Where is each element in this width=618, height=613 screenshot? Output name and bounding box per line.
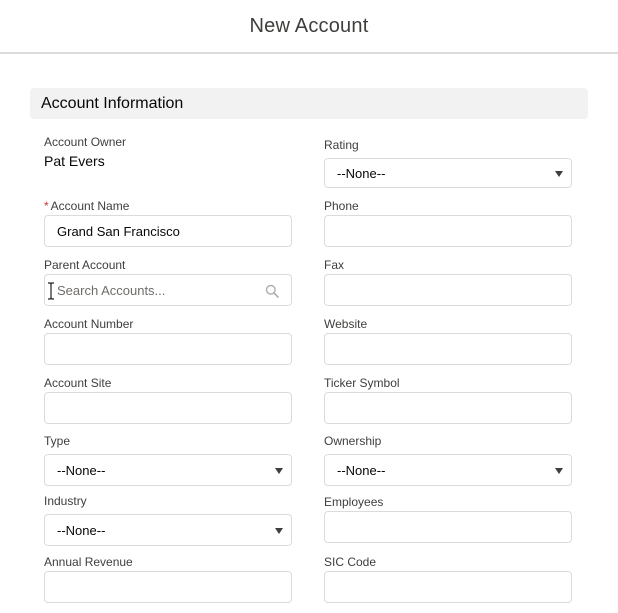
chevron-down-icon (555, 171, 563, 177)
section-title: Account Information (41, 94, 184, 112)
annual-revenue-input[interactable] (44, 571, 292, 603)
rating-select[interactable]: --None-- (324, 158, 572, 188)
text-cursor-icon (48, 282, 54, 300)
parent-account-search-input[interactable]: Search Accounts... (44, 274, 292, 306)
ticker-symbol-label: Ticker Symbol (324, 376, 400, 390)
phone-input[interactable] (324, 215, 572, 247)
account-name-value: Grand San Francisco (57, 223, 180, 239)
account-name-input[interactable]: Grand San Francisco (44, 215, 292, 247)
phone-label: Phone (324, 199, 359, 213)
account-site-input[interactable] (44, 392, 292, 424)
rating-selected-value: --None-- (337, 165, 386, 181)
modal-header: New Account (0, 0, 618, 54)
sic-code-input[interactable] (324, 571, 572, 603)
type-select[interactable]: --None-- (44, 454, 292, 486)
sic-code-label: SIC Code (324, 555, 377, 569)
employees-label: Employees (324, 495, 384, 509)
ownership-select[interactable]: --None-- (324, 454, 572, 486)
chevron-down-icon (275, 528, 283, 534)
parent-account-label: Parent Account (44, 258, 126, 272)
ticker-symbol-input[interactable] (324, 392, 572, 424)
parent-account-placeholder: Search Accounts... (57, 282, 166, 298)
industry-select[interactable]: --None-- (44, 514, 292, 546)
account-owner-value: Pat Evers (44, 153, 105, 169)
account-name-label: * Account Name (44, 199, 130, 213)
website-label: Website (324, 317, 368, 331)
account-owner-label: Account Owner (44, 135, 127, 149)
industry-selected-value: --None-- (57, 522, 106, 538)
website-input[interactable] (324, 333, 572, 365)
account-number-input[interactable] (44, 333, 292, 365)
fax-label: Fax (324, 258, 345, 272)
fax-input[interactable] (324, 274, 572, 306)
account-site-label: Account Site (44, 376, 112, 390)
rating-label: Rating (324, 138, 359, 152)
ownership-selected-value: --None-- (337, 462, 386, 478)
search-icon[interactable] (265, 284, 279, 298)
account-number-label: Account Number (44, 317, 134, 331)
employees-input[interactable] (324, 511, 572, 543)
annual-revenue-label: Annual Revenue (44, 555, 133, 569)
type-label: Type (44, 434, 71, 448)
section-header-account-information[interactable]: Account Information (30, 88, 588, 119)
page-title: New Account (249, 14, 369, 37)
required-indicator: * (44, 199, 49, 213)
chevron-down-icon (275, 468, 283, 474)
type-selected-value: --None-- (57, 462, 106, 478)
industry-label: Industry (44, 494, 87, 508)
chevron-down-icon (555, 468, 563, 474)
ownership-label: Ownership (324, 434, 382, 448)
